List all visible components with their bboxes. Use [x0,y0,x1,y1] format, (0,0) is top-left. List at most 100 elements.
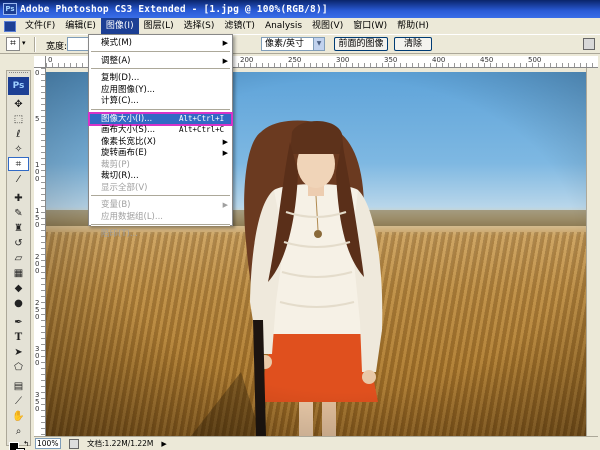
vertical-ruler[interactable]: 0 5 1 0 0 1 5 0 2 0 0 2 5 0 3 0 0 3 5 0 [34,68,46,436]
photoshop-icon: Ps [3,3,17,15]
toolbox-grip[interactable] [9,72,28,76]
gradient-icon[interactable]: ▦ [8,266,29,280]
submenu-arrow-icon: ▶ [222,56,228,65]
zoom-icon[interactable]: ⌕ [8,424,29,438]
zoom-level-field[interactable]: 100% [35,438,61,449]
magic-wand-icon[interactable]: ✧ [8,142,29,156]
crop-tool-preset-icon[interactable]: ⌗ [6,37,20,51]
ruler-origin[interactable] [34,56,46,68]
ruler-tick-label: 0 [35,69,40,77]
image-menu-item: 陷印(T)... [89,228,232,240]
menu-separator [91,68,230,70]
menu-item-label: 应用数据组(L)... [101,211,163,222]
swap-colors-icon[interactable]: ↰ [23,440,29,448]
menu-item-label: 旋转画布(E) [101,148,148,158]
ruler-tick-label: 1 5 0 [35,207,40,229]
image-menu-item[interactable]: 像素长宽比(X) ▶ [89,136,232,148]
eyedropper-icon[interactable]: ⟋ [8,394,29,408]
image-menu-item: 应用数据组(L)... [89,211,232,223]
ruler-tick-label: 3 5 0 [35,391,40,413]
menu-help[interactable]: 帮助(H) [392,18,434,34]
image-menu-item[interactable]: 复制(D)... [89,72,232,84]
menu-item-label: 复制(D)... [101,73,140,83]
lasso-icon[interactable]: ℓ [8,127,29,141]
image-menu-item[interactable]: 应用图像(Y)... [89,84,232,96]
notes-icon[interactable]: ▤ [8,379,29,393]
image-menu-item[interactable]: 模式(M) ▶ [89,37,232,49]
menu-item-label: 调整(A) [101,55,131,66]
preset-dropdown-arrow[interactable]: ▾ [22,39,26,47]
menu-separator [91,108,230,111]
menu-file[interactable]: 文件(F) [20,18,60,34]
menu-edit[interactable]: 编辑(E) [60,18,101,34]
ruler-tick-label: 2 5 0 [35,299,40,321]
pen-icon[interactable]: ✒ [8,315,29,329]
menu-analysis[interactable]: Analysis [260,18,307,34]
menu-bar: 文件(F) 编辑(E) 图像(I) 图层(L) 选择(S) 滤镜(T) Anal… [0,18,600,34]
marquee-icon[interactable]: ⬚ [8,112,29,126]
type-icon[interactable]: T [8,330,29,344]
clone-stamp-icon[interactable]: ♜ [8,221,29,235]
menu-item-label: 陷印(T)... [101,229,138,239]
menu-separator [91,50,230,53]
clear-button[interactable]: 清除 [394,37,432,51]
front-image-button[interactable]: 前面的图像 [334,37,388,51]
ruler-tick-label: 500 [528,56,542,64]
menu-item-label: 显示全部(V) [101,182,148,193]
ruler-tick-label: 200 [240,56,254,64]
healing-brush-icon[interactable]: ✚ [8,191,29,205]
ruler-tick-label: 5 [35,115,40,123]
menu-select[interactable]: 选择(S) [179,18,220,34]
ruler-tick-label: 2 0 0 [35,253,40,275]
menu-window[interactable]: 窗口(W) [348,18,392,34]
status-bar: 100% 文档:1.22M/1.22M ▶ [34,436,598,450]
resolution-unit-select[interactable]: 像素/英寸 ▼ [261,37,325,51]
submenu-arrow-icon: ▶ [222,39,228,47]
image-menu-item[interactable]: 计算(C)... [89,95,232,107]
palette-well-icon[interactable] [583,38,595,50]
status-info-icon[interactable] [69,438,79,449]
menu-item-label: 裁剪(P) [101,159,130,170]
submenu-arrow-icon: ▶ [222,137,228,146]
crop-icon[interactable]: ⌗ [8,157,29,171]
menu-image[interactable]: 图像(I) [100,18,139,34]
status-menu-arrow-icon[interactable]: ▶ [161,440,166,448]
vertical-scrollbar[interactable] [586,68,598,436]
options-separator [34,37,36,52]
eraser-icon[interactable]: ▱ [8,251,29,265]
path-select-icon[interactable]: ➤ [8,345,29,359]
image-menu-item: 裁剪(P) [89,159,232,171]
document-size: 文档:1.22M/1.22M [87,439,154,448]
document-icon[interactable] [2,19,18,33]
image-menu-item[interactable]: 调整(A) ▶ [89,55,232,67]
brush-icon[interactable]: ✎ [8,206,29,220]
window-title: Adobe Photoshop CS3 Extended - [1.jpg @ … [20,3,328,15]
image-menu-item[interactable]: 裁切(R)... [89,170,232,182]
shape-icon[interactable]: ⬠ [8,360,29,374]
blur-icon[interactable]: ◆ [8,281,29,295]
menu-item-label: 画布大小(S)... [101,125,156,135]
color-swatches[interactable]: ↰ [8,440,29,450]
chevron-down-icon[interactable]: ▼ [313,38,324,50]
hand-icon[interactable]: ✋ [8,409,29,423]
menu-item-label: 模式(M) [101,38,132,48]
dodge-icon[interactable]: ● [8,296,29,310]
menu-item-shortcut: Alt+Ctrl+C [179,125,225,134]
image-menu-item[interactable]: 旋转画布(E) ▶ [89,147,232,159]
ps-logo: Ps [8,77,29,95]
menu-item-label: 计算(C)... [101,96,139,106]
resolution-unit-value: 像素/英寸 [265,39,305,49]
menu-layer[interactable]: 图层(L) [139,18,179,34]
ruler-tick-label: 250 [288,56,302,64]
image-menu-item[interactable]: 画布大小(S)... Alt+Ctrl+C [89,124,232,136]
image-menu-item[interactable]: 图像大小(I)... Alt+Ctrl+I [88,111,233,126]
menu-item-label: 裁切(R)... [101,171,139,181]
ruler-tick-label: 400 [432,56,446,64]
width-label: 宽度: [46,42,68,52]
ruler-tick-label: 450 [480,56,494,64]
history-brush-icon[interactable]: ↺ [8,236,29,250]
menu-view[interactable]: 视图(V) [307,18,348,34]
move-icon[interactable]: ✥ [8,97,29,111]
slice-icon[interactable]: ⁄ [8,172,29,186]
menu-filter[interactable]: 滤镜(T) [219,18,260,34]
